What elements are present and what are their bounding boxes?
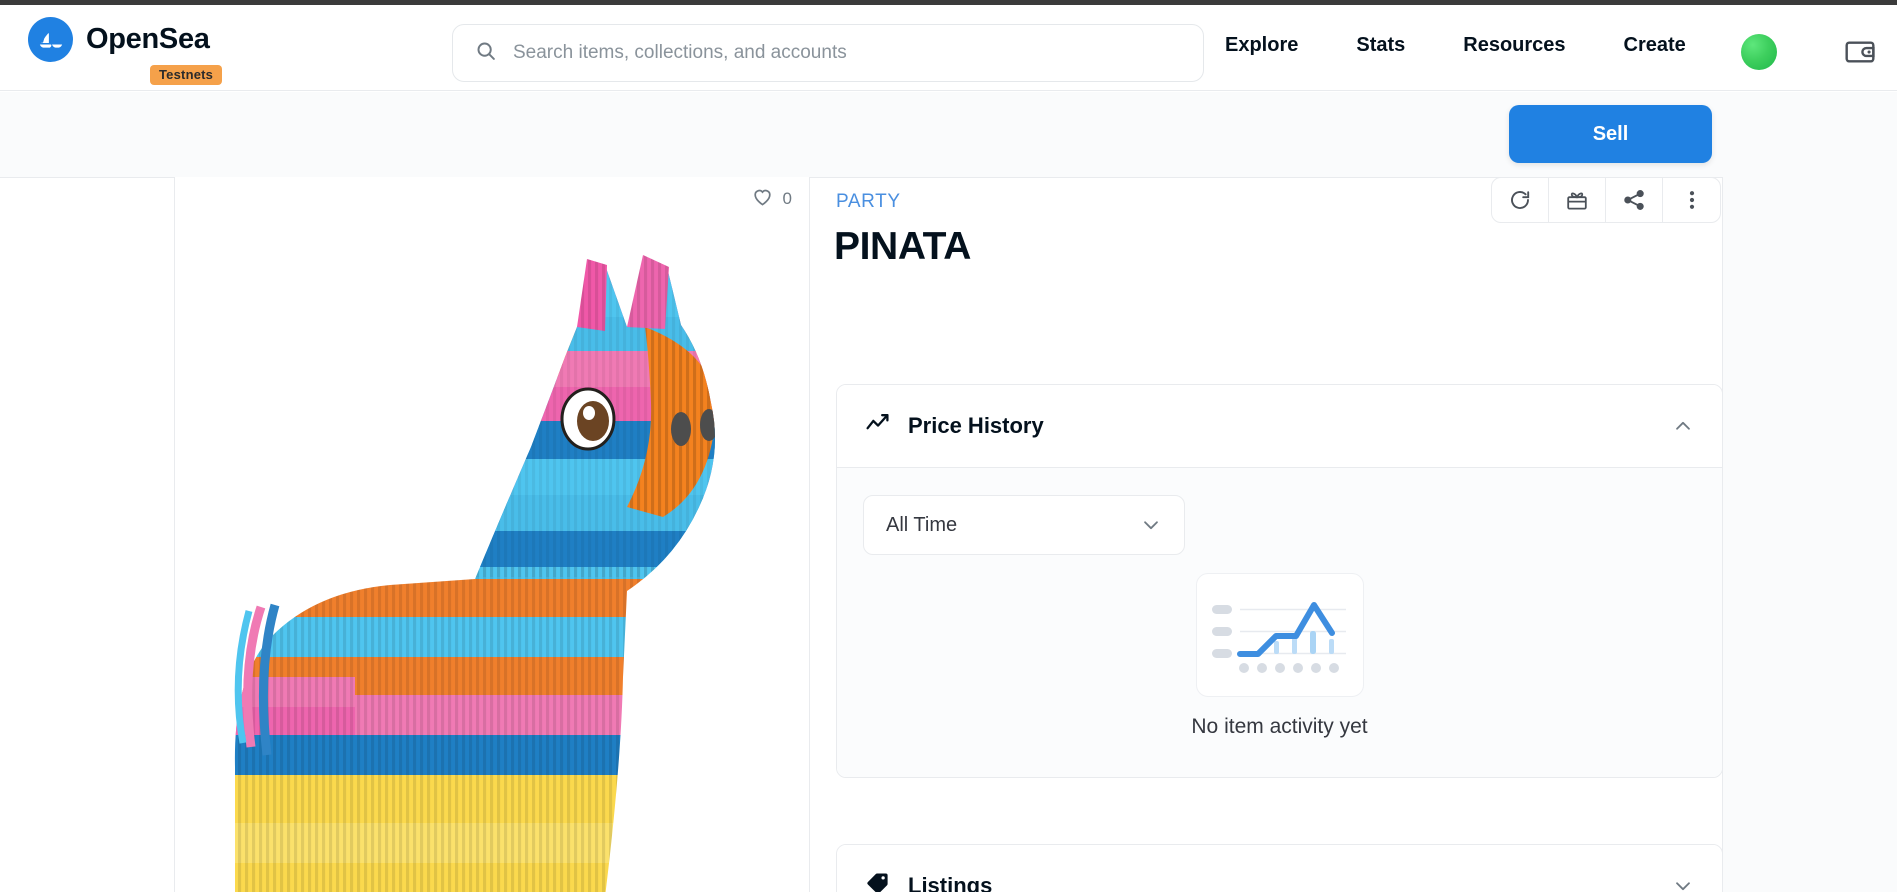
item-detail-column: PARTY PINATA Owned by you Price History	[834, 177, 1723, 892]
refresh-icon[interactable]	[1492, 178, 1549, 222]
heart-icon	[751, 185, 774, 213]
price-history-empty-state: No item activity yet	[837, 573, 1722, 739]
trending-up-icon	[865, 411, 890, 441]
primary-nav: Explore Stats Resources Create	[1225, 34, 1686, 57]
price-history-header[interactable]: Price History	[837, 385, 1722, 467]
listings-header[interactable]: Listings	[837, 845, 1722, 892]
favorite-button[interactable]: 0	[751, 185, 792, 213]
brand-name: OpenSea	[86, 23, 210, 55]
pinata-image	[175, 207, 809, 892]
nav-item-create[interactable]: Create	[1624, 34, 1686, 57]
chevron-down-icon[interactable]	[1672, 875, 1694, 892]
item-image-card: 0	[174, 177, 810, 892]
listings-panel: Listings	[836, 844, 1723, 892]
testnets-badge: Testnets	[150, 65, 223, 85]
search-icon	[475, 40, 497, 67]
gift-icon[interactable]	[1549, 178, 1606, 222]
search-placeholder-text: Search items, collections, and accounts	[513, 42, 847, 63]
account-avatar[interactable]	[1741, 34, 1777, 70]
price-history-body: All Time No item activity yet	[837, 467, 1722, 777]
tag-icon	[865, 871, 890, 892]
page-title: PINATA	[834, 225, 971, 268]
listings-title: Listings	[908, 873, 993, 892]
wallet-icon[interactable]	[1843, 35, 1877, 74]
nav-item-resources[interactable]: Resources	[1463, 34, 1565, 57]
more-options-icon[interactable]	[1663, 178, 1720, 222]
item-action-bar	[1491, 177, 1721, 223]
time-range-select[interactable]: All Time	[863, 495, 1185, 555]
empty-state-text: No item activity yet	[1191, 715, 1368, 738]
chevron-up-icon[interactable]	[1672, 415, 1694, 437]
share-icon[interactable]	[1606, 178, 1663, 222]
time-range-value: All Time	[886, 513, 958, 536]
chevron-down-icon	[1140, 514, 1162, 536]
brand-home-link[interactable]: OpenSea	[28, 17, 210, 62]
site-header: OpenSea Testnets Search items, collectio…	[0, 5, 1897, 91]
collection-link[interactable]: PARTY	[836, 191, 901, 213]
price-history-panel: Price History All Time No item activity …	[836, 384, 1723, 778]
nav-item-explore[interactable]: Explore	[1225, 34, 1298, 57]
opensea-item-page: OpenSea Testnets Search items, collectio…	[0, 0, 1897, 892]
opensea-ship-logo-icon	[28, 17, 73, 62]
empty-chart-illustration	[1195, 573, 1364, 697]
price-history-title: Price History	[908, 413, 1044, 438]
sell-button[interactable]: Sell	[1509, 105, 1712, 163]
search-input[interactable]: Search items, collections, and accounts	[452, 24, 1204, 82]
favorite-count: 0	[782, 189, 792, 208]
nav-item-stats[interactable]: Stats	[1356, 34, 1405, 57]
